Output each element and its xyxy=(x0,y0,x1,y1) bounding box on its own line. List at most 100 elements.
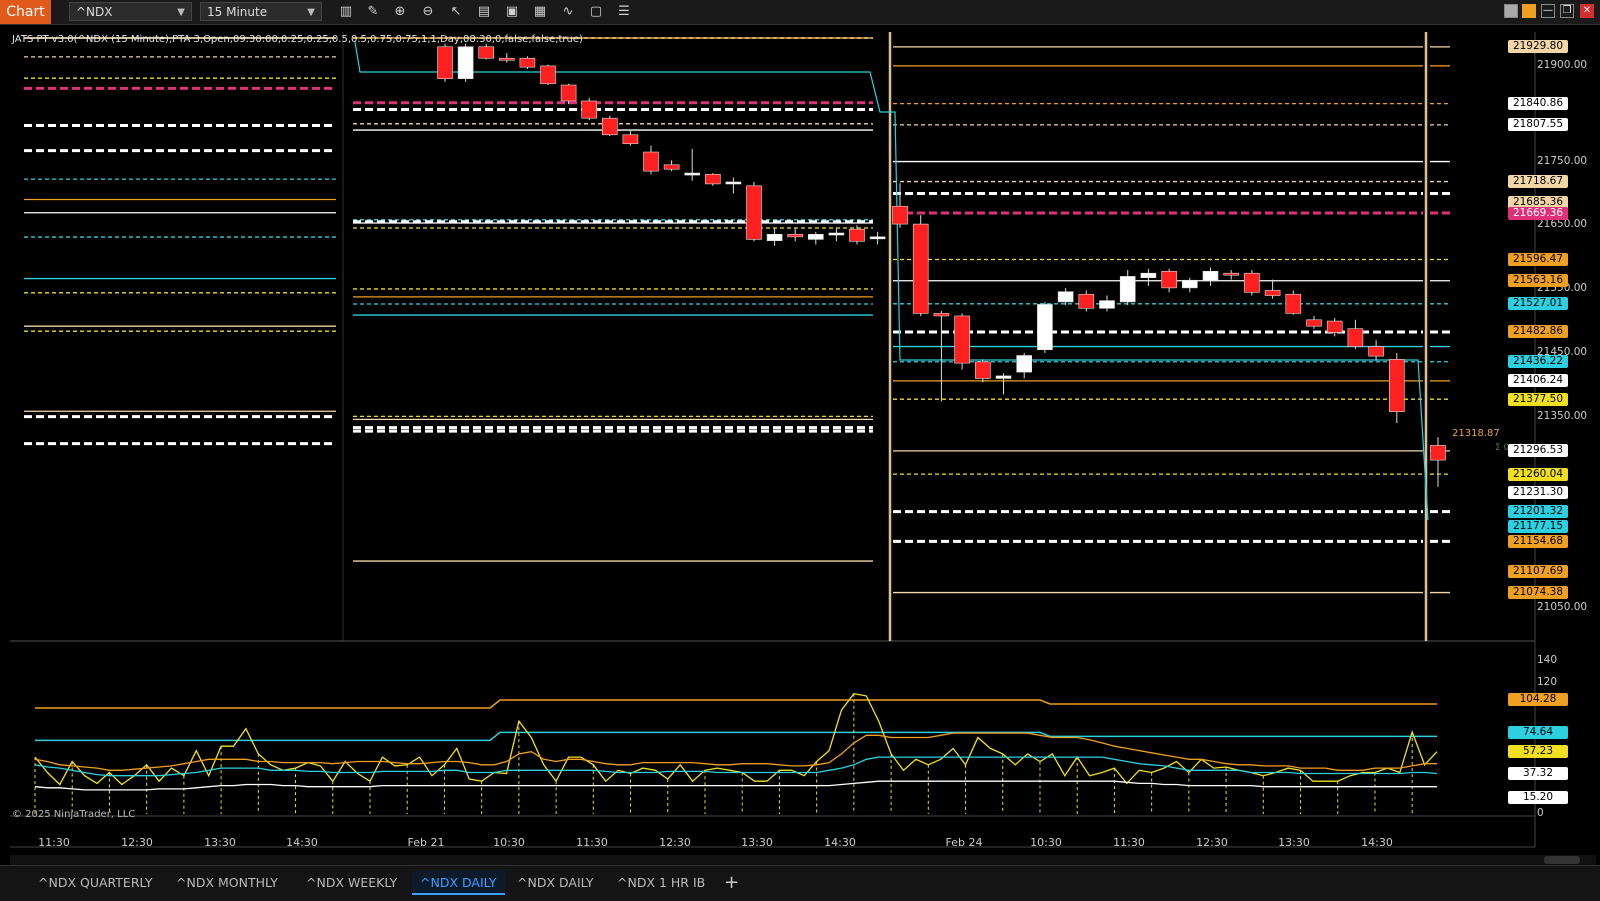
candle-down xyxy=(1368,346,1384,357)
price-tick-label: 21900.00 xyxy=(1537,58,1588,71)
candle-down xyxy=(746,185,762,240)
candle-down xyxy=(622,134,639,145)
orange-series-line xyxy=(34,732,1437,771)
candle-up xyxy=(1119,276,1136,303)
time-tick-label: 12:30 xyxy=(1196,836,1228,849)
candle-down xyxy=(540,65,556,85)
price-tick-label: 21350.00 xyxy=(1537,409,1588,422)
price-level-badge: 21154.68 xyxy=(1508,534,1568,548)
tab-ndx-daily[interactable]: ^NDX DAILY xyxy=(509,871,602,895)
price-level-badge: 21807.55 xyxy=(1508,118,1568,132)
price-level-badge: 21201.32 xyxy=(1508,505,1568,519)
time-tick-label: 11:30 xyxy=(38,836,70,849)
candle-up xyxy=(457,46,474,79)
time-tick-label: 12:30 xyxy=(659,836,691,849)
time-tick-label: 11:30 xyxy=(1113,836,1145,849)
candle-down xyxy=(933,313,950,317)
candle-up xyxy=(1016,355,1033,373)
time-tick-label: Feb 24 xyxy=(945,836,983,849)
candle-up xyxy=(725,181,742,185)
candle-down xyxy=(1264,290,1281,296)
tab-ndx-weekly[interactable]: ^NDX WEEKLY xyxy=(298,871,405,895)
lower-tick-label: 140 xyxy=(1537,653,1558,666)
price-tick-label: 21650.00 xyxy=(1537,218,1588,231)
candle-up xyxy=(1202,270,1219,281)
candle-up xyxy=(1099,300,1115,309)
candle-up xyxy=(1182,279,1198,289)
levels-layer xyxy=(24,37,1450,594)
horizontal-scrollbar[interactable] xyxy=(10,855,1596,865)
tab-ndx-daily[interactable]: ^NDX DAILY xyxy=(412,871,505,895)
price-level-badge: 21563.16 xyxy=(1508,274,1568,288)
scrollbar-thumb[interactable] xyxy=(1544,856,1580,864)
candle-down xyxy=(478,46,495,59)
lower-level-badge: 74.64 xyxy=(1508,725,1568,739)
time-tick-label: 13:30 xyxy=(741,836,773,849)
price-level-badge: 21231.30 xyxy=(1508,485,1568,499)
candle-down xyxy=(912,223,929,314)
add-tab-button[interactable]: + xyxy=(724,871,739,895)
candle-up xyxy=(828,232,845,236)
price-level-badge: 21260.04 xyxy=(1508,467,1568,481)
price-level-badge: 21482.86 xyxy=(1508,325,1568,339)
lower-level-badge: 37.32 xyxy=(1508,766,1568,780)
price-tick-label: 21050.00 xyxy=(1537,601,1588,614)
candle-down xyxy=(1306,319,1322,327)
candle-down xyxy=(1161,270,1177,289)
price-level-badge: 21669.36 xyxy=(1508,206,1568,220)
candles-layer xyxy=(437,43,1446,487)
candle-up xyxy=(1037,304,1053,351)
candle-down xyxy=(581,100,598,119)
candle-up xyxy=(807,233,824,240)
time-tick-label: 12:30 xyxy=(121,836,153,849)
price-level-badge: 21527.01 xyxy=(1508,297,1568,311)
price-level-badge: 21929.80 xyxy=(1508,40,1568,54)
candle-up xyxy=(1140,272,1157,278)
tab-ndx-quarterly[interactable]: ^NDX QUARTERLY xyxy=(30,871,160,895)
copyright-text: © 2025 NinjaTrader, LLC xyxy=(12,809,136,820)
lower-panel-layer xyxy=(34,692,1438,814)
candle-down xyxy=(560,84,577,102)
candle-up xyxy=(995,375,1012,379)
time-tick-label: 11:30 xyxy=(576,836,608,849)
candle-down xyxy=(1244,272,1260,293)
lower-tick-label: 120 xyxy=(1537,675,1558,688)
time-tick-label: 13:30 xyxy=(1278,836,1310,849)
price-level-badge: 21074.38 xyxy=(1508,586,1568,600)
candle-down xyxy=(892,205,908,225)
lower-level-badge: 104.28 xyxy=(1508,693,1568,707)
candle-down xyxy=(704,174,721,185)
candle-down xyxy=(1326,320,1343,333)
time-tick-label: Feb 21 xyxy=(407,836,445,849)
price-level-badge: 21718.67 xyxy=(1508,175,1568,189)
last-price-label: 21318.87 xyxy=(1452,428,1500,439)
lower-level-badge: 15.20 xyxy=(1508,790,1568,804)
tab-ndx-1-hr-ib[interactable]: ^NDX 1 HR IB xyxy=(609,871,713,895)
candle-up xyxy=(869,236,886,240)
candle-down xyxy=(1223,272,1239,276)
time-tick-label: 13:30 xyxy=(204,836,236,849)
price-level-badge: 21596.47 xyxy=(1508,253,1568,266)
candle-up xyxy=(684,172,701,176)
price-level-badge: 21377.50 xyxy=(1508,392,1568,406)
time-tick-label: 14:30 xyxy=(824,836,856,849)
tab-ndx-monthly[interactable]: ^NDX MONTHLY xyxy=(168,871,286,895)
price-level-badge: 21107.69 xyxy=(1508,564,1568,578)
candle-down xyxy=(437,46,453,79)
price-level-badge: 21296.53 xyxy=(1508,444,1568,458)
candle-down xyxy=(643,151,659,172)
candle-down xyxy=(787,233,804,238)
time-tick-label: 14:30 xyxy=(286,836,318,849)
white-series-line xyxy=(34,780,1437,791)
candle-down xyxy=(849,228,865,242)
time-tick-label: 10:30 xyxy=(493,836,525,849)
price-level-badge: 21436.22 xyxy=(1508,355,1568,369)
price-level-badge: 21177.15 xyxy=(1508,520,1568,534)
price-chart[interactable] xyxy=(0,0,1600,900)
candle-up xyxy=(766,233,783,241)
lower-tick-label: 0 xyxy=(1537,807,1544,819)
candle-down xyxy=(1285,293,1302,314)
time-tick-label: 14:30 xyxy=(1361,836,1393,849)
candle-down xyxy=(601,117,618,136)
candle-down xyxy=(1347,328,1364,347)
